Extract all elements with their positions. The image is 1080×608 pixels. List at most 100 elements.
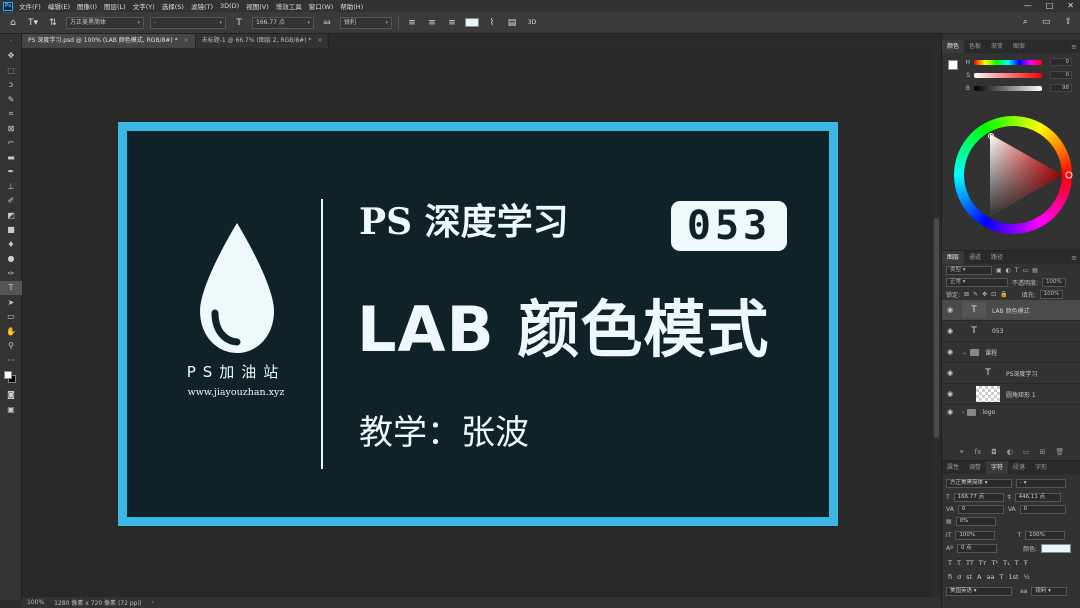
close-button[interactable]: ✕ — [1067, 1, 1074, 10]
layer-name[interactable]: PS深度学习 — [1006, 369, 1037, 378]
tab-gradients[interactable]: 渐变 — [986, 40, 1008, 53]
layer-name[interactable]: logo — [982, 409, 995, 416]
subscript-button[interactable]: T₁ — [1003, 559, 1010, 567]
char-leading-input[interactable]: 446.11 点 — [1014, 493, 1061, 502]
menu-3d[interactable]: 3D(D) — [220, 2, 239, 10]
more-tools-icon[interactable]: ··· — [0, 353, 22, 368]
close-icon[interactable]: × — [184, 37, 189, 44]
document-canvas[interactable]: PS加油站 www.jiayouzhan.xyz PS 深度学习 053 LAB… — [118, 122, 838, 526]
menu-plugins[interactable]: 增效工具 — [276, 1, 302, 11]
shape-tool-icon[interactable]: ▭ — [0, 310, 22, 325]
quick-mask-icon[interactable]: ◙ — [0, 388, 22, 403]
text-color-swatch[interactable] — [465, 18, 479, 27]
layer-row[interactable]: ◉ T PS深度学习 — [942, 363, 1080, 384]
vertical-scrollbar[interactable] — [932, 48, 941, 597]
visibility-eye-icon[interactable]: ◉ — [942, 369, 958, 377]
menu-file[interactable]: 文件(F) — [19, 1, 41, 11]
gradient-tool-icon[interactable]: ■ — [0, 223, 22, 238]
move-tool-icon[interactable]: ✥ — [0, 49, 22, 64]
tab-adjustments[interactable]: 调整 — [964, 461, 986, 474]
chevron-right-icon[interactable]: › — [962, 409, 964, 416]
align-left-icon[interactable]: ≡ — [405, 18, 419, 28]
3d-button[interactable]: 3D — [525, 19, 539, 26]
menu-image[interactable]: 图像(I) — [77, 1, 97, 11]
char-antialias-select[interactable]: 锐利 ▾ — [1031, 587, 1068, 596]
tracking-input[interactable]: 0 — [1019, 505, 1066, 514]
layer-group-row[interactable]: ◉ › logo — [942, 405, 1080, 419]
text-orientation-icon[interactable]: ⇅ — [46, 18, 60, 28]
zoom-tool-icon[interactable]: ⚲ — [0, 339, 22, 354]
tab-channels[interactable]: 通道 — [964, 251, 986, 264]
chevron-right-icon[interactable]: › — [151, 599, 153, 606]
char-color-swatch[interactable] — [1040, 544, 1071, 553]
tab-paragraph[interactable]: 段落 — [1008, 461, 1030, 474]
ligature-button[interactable]: fi — [948, 573, 952, 581]
faux-italic-button[interactable]: T — [957, 559, 961, 567]
home-icon[interactable]: ⌂ — [6, 18, 20, 28]
superscript-button[interactable]: T¹ — [992, 559, 999, 567]
horizontal-scale-input[interactable]: 100% — [1025, 531, 1066, 540]
eraser-tool-icon[interactable]: ◩ — [0, 208, 22, 223]
scrollbar-thumb[interactable] — [934, 218, 939, 438]
add-mask-icon[interactable]: ◘ — [991, 448, 997, 456]
chevron-down-icon[interactable]: ⌄ — [962, 349, 967, 356]
menu-help[interactable]: 帮助(H) — [340, 1, 363, 11]
fill-input[interactable]: 100% — [1039, 289, 1064, 299]
menu-window[interactable]: 窗口(W) — [309, 1, 334, 11]
type-tool-preset-icon[interactable]: T▾ — [26, 18, 40, 28]
layer-name[interactable]: 圆角矩形 1 — [1006, 390, 1036, 399]
blend-mode-select[interactable]: 正常 ▾ — [946, 277, 1008, 287]
panel-menu-icon[interactable]: ≡ — [1071, 43, 1077, 51]
new-group-icon[interactable]: ▭ — [1023, 448, 1030, 456]
baseline-input[interactable]: 0 点 — [956, 544, 997, 553]
share-icon[interactable]: ⇪ — [1064, 17, 1072, 27]
kerning-input[interactable]: 0 — [957, 505, 1004, 514]
menu-layer[interactable]: 图层(L) — [104, 1, 126, 11]
titling-button[interactable]: aa — [986, 573, 994, 581]
workspace-icon[interactable]: ▭ — [1042, 17, 1051, 27]
lock-paint-icon[interactable]: ✎ — [973, 291, 978, 298]
tab-patterns[interactable]: 图案 — [1008, 40, 1030, 53]
layer-name[interactable]: LAB 颜色模式 — [992, 306, 1030, 315]
dodge-tool-icon[interactable]: ● — [0, 252, 22, 267]
faux-bold-button[interactable]: T — [948, 559, 952, 567]
tab-paths[interactable]: 路径 — [986, 251, 1008, 264]
tab-untitled-1[interactable]: 未标题-1 @ 66.7% (图层 2, RGB/8#) * × — [195, 34, 330, 48]
filter-pixel-icon[interactable]: ▣ — [996, 267, 1002, 274]
stylistic-button[interactable]: A — [977, 573, 981, 581]
delete-layer-icon[interactable]: 🗑 — [1055, 448, 1064, 456]
lock-pixels-icon[interactable]: ⊠ — [964, 291, 969, 298]
canvas-area[interactable]: PS加油站 www.jiayouzhan.xyz PS 深度学习 053 LAB… — [22, 48, 941, 597]
saturation-value[interactable]: 0 — [1050, 71, 1072, 79]
menu-edit[interactable]: 编辑(E) — [48, 1, 70, 11]
vertical-scale-input[interactable]: 100% — [955, 531, 996, 540]
layer-group-row[interactable]: ◉ ⌄ 课程 — [942, 342, 1080, 363]
layer-name[interactable]: 053 — [992, 328, 1003, 335]
tab-color[interactable]: 颜色 — [942, 40, 965, 53]
char-font-style-select[interactable]: - ▾ — [1016, 479, 1066, 488]
char-font-size-input[interactable]: 166.77 点 — [953, 493, 1004, 502]
visibility-eye-icon[interactable]: ◉ — [942, 390, 958, 398]
blur-tool-icon[interactable]: ♦ — [0, 237, 22, 252]
layer-row[interactable]: ◉ T 053 — [942, 321, 1080, 342]
menu-select[interactable]: 选择(S) — [162, 1, 184, 11]
frame-tool-icon[interactable]: ⊠ — [0, 121, 22, 136]
path-select-tool-icon[interactable]: ➤ — [0, 295, 22, 310]
panel-menu-icon[interactable]: ≡ — [1071, 254, 1077, 262]
filter-type-icon[interactable]: T — [1015, 267, 1019, 274]
foreground-color-swatch[interactable] — [4, 370, 12, 379]
type-tool-icon[interactable]: T — [0, 280, 22, 295]
tab-glyphs[interactable]: 字形 — [1030, 461, 1052, 474]
layer-style-icon[interactable]: fx — [975, 448, 982, 456]
filter-adjust-icon[interactable]: ◐ — [1006, 267, 1011, 274]
color-wheel[interactable] — [952, 114, 1074, 236]
align-right-icon[interactable]: ≡ — [445, 18, 459, 28]
fraction-button[interactable]: 1st — [1008, 573, 1018, 581]
strikethrough-button[interactable]: Ŧ — [1024, 559, 1028, 567]
brightness-slider[interactable] — [974, 85, 1042, 91]
screen-mode-icon[interactable]: ▣ — [0, 402, 22, 417]
layer-name[interactable]: 课程 — [985, 348, 997, 357]
link-layers-icon[interactable]: ⚭ — [959, 448, 965, 456]
lasso-tool-icon[interactable]: ↄ — [0, 78, 22, 93]
tab-swatches[interactable]: 色板 — [964, 40, 986, 53]
